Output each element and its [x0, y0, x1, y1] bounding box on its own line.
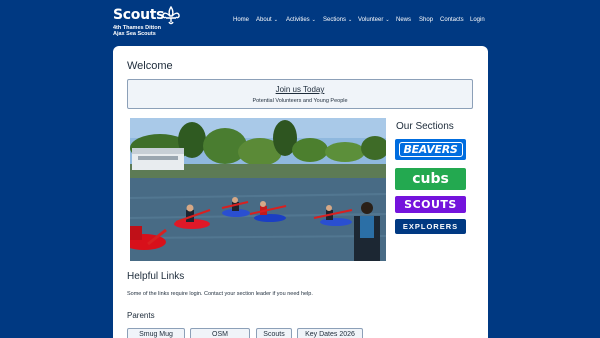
nav-label: Contacts	[440, 17, 464, 23]
section-label: EXPLORERS	[402, 222, 459, 231]
sections-heading: Our Sections	[396, 121, 454, 132]
logo-group-subname: Ajax Sea Scouts	[113, 31, 156, 37]
nav-label: Shop	[419, 17, 434, 23]
join-us-box[interactable]: Join us Today Potential Volunteers and Y…	[127, 79, 473, 109]
nav-home[interactable]: Home	[233, 15, 249, 25]
nav-volunteer[interactable]: Volunteer ⌄	[358, 15, 390, 25]
chevron-down-icon: ⌄	[273, 17, 278, 23]
nav-shop[interactable]: Shop	[419, 15, 433, 25]
logo-wordmark: Scouts	[113, 7, 165, 23]
nav-contacts[interactable]: Contacts	[440, 15, 464, 25]
kayaking-photo	[130, 118, 386, 261]
nav-activities[interactable]: Activities ⌄	[286, 15, 316, 25]
nav-label: Home	[233, 17, 250, 23]
link-key-dates[interactable]: Key Dates 2026	[297, 328, 363, 338]
section-scouts-button[interactable]: SCOUTS	[395, 196, 466, 213]
section-label: BEAVERS	[398, 142, 463, 157]
nav-label: Sections	[323, 17, 347, 23]
nav-label: About	[256, 17, 272, 23]
helpful-links-note: Some of the links require login. Contact…	[127, 291, 313, 297]
helpful-links-heading: Helpful Links	[127, 271, 185, 282]
nav-label: News	[396, 17, 412, 23]
section-cubs-button[interactable]: cubs	[395, 168, 466, 190]
chevron-down-icon: ⌄	[348, 17, 353, 23]
section-explorers-button[interactable]: EXPLORERS	[395, 219, 466, 234]
nav-label: Activities	[286, 17, 310, 23]
nav-about[interactable]: About ⌄	[256, 15, 278, 25]
nav-news[interactable]: News	[396, 15, 411, 25]
section-label: cubs	[412, 171, 449, 187]
fleur-de-lis-icon	[162, 6, 180, 25]
section-beavers-button[interactable]: BEAVERS	[395, 139, 466, 160]
section-label: SCOUTS	[404, 198, 457, 211]
chevron-down-icon: ⌄	[385, 17, 390, 23]
link-smug-mug[interactable]: Smug Mug	[127, 328, 185, 338]
nav-label: Volunteer	[358, 17, 384, 23]
nav-login[interactable]: Login	[470, 15, 485, 25]
join-us-subtitle: Potential Volunteers and Young People	[252, 98, 348, 104]
page-title: Welcome	[127, 60, 173, 72]
site-header: Scouts 4th Thames Ditton Ajax Sea Scouts…	[0, 0, 600, 40]
chevron-down-icon: ⌄	[311, 17, 316, 23]
nav-label: Login	[470, 17, 485, 23]
link-scouts[interactable]: Scouts	[256, 328, 292, 338]
link-osm[interactable]: OSM	[190, 328, 250, 338]
content-card: Welcome Join us Today Potential Voluntee…	[113, 46, 488, 338]
parents-heading: Parents	[127, 311, 155, 320]
site-logo[interactable]: Scouts 4th Thames Ditton Ajax Sea Scouts	[113, 7, 193, 39]
join-us-link[interactable]: Join us Today	[128, 85, 472, 94]
nav-sections[interactable]: Sections ⌄	[323, 15, 352, 25]
